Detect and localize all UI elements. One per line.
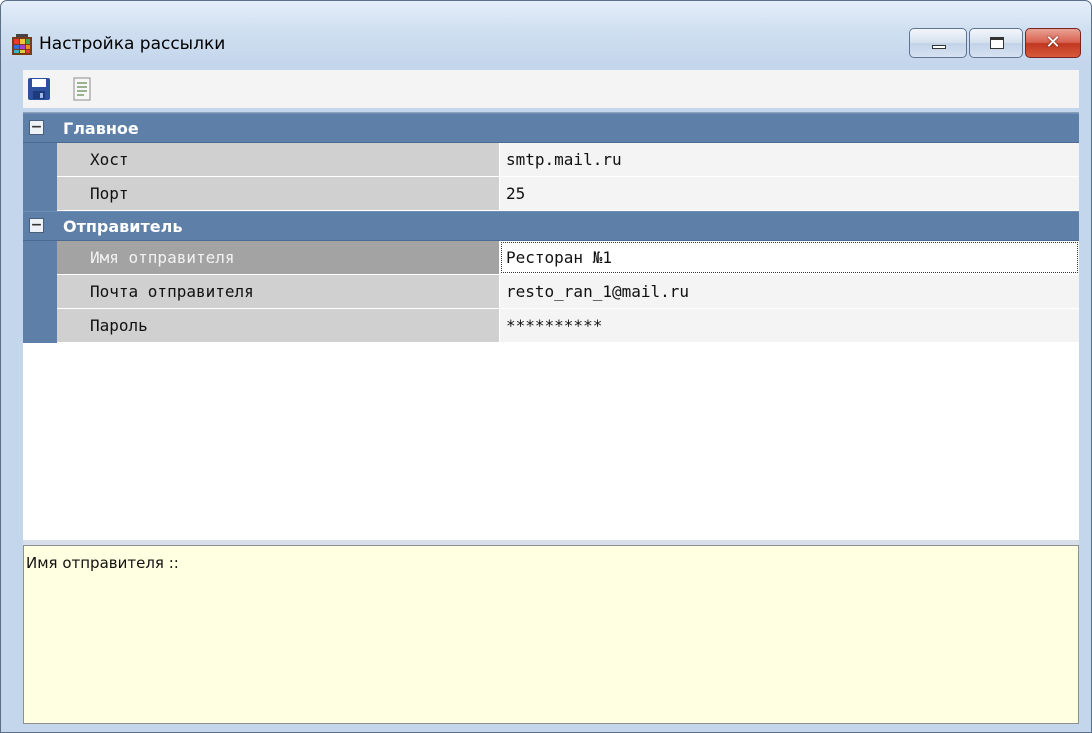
- property-row-password[interactable]: Пароль **********: [57, 309, 1079, 343]
- property-value-password[interactable]: **********: [500, 309, 1079, 342]
- property-value-sender-name[interactable]: Ресторан №1: [500, 241, 1079, 274]
- title-bar[interactable]: Настройка рассылки ✕: [1, 1, 1091, 65]
- property-value-host[interactable]: smtp.mail.ru: [500, 143, 1079, 176]
- property-row-sender-email[interactable]: Почта отправителя resto_ran_1@mail.ru: [57, 275, 1079, 309]
- description-text: Имя отправителя ::: [26, 554, 179, 572]
- save-button[interactable]: [26, 75, 52, 103]
- settings-window: Настройка рассылки ✕ − Главное Хост smtp…: [0, 0, 1092, 733]
- property-value-sender-email[interactable]: resto_ran_1@mail.ru: [500, 275, 1079, 308]
- property-value-port[interactable]: 25: [500, 177, 1079, 210]
- property-name: Почта отправителя: [57, 275, 499, 308]
- property-name: Порт: [57, 177, 499, 210]
- close-button[interactable]: ✕: [1025, 28, 1081, 58]
- category-gutter: [23, 143, 57, 211]
- category-sender[interactable]: − Отправитель: [23, 211, 1079, 241]
- toolbar: [23, 70, 1079, 108]
- description-panel: Имя отправителя ::: [23, 545, 1079, 724]
- minimize-icon: [932, 45, 946, 49]
- maximize-button[interactable]: [969, 28, 1023, 58]
- window-title: Настройка рассылки: [39, 34, 226, 54]
- property-name: Пароль: [57, 309, 499, 342]
- category-main[interactable]: − Главное: [23, 113, 1079, 143]
- property-row-host[interactable]: Хост smtp.mail.ru: [57, 143, 1079, 177]
- maximize-icon: [990, 37, 1004, 49]
- category-label: Главное: [63, 119, 139, 138]
- category-gutter: [23, 241, 57, 343]
- collapse-icon[interactable]: −: [29, 120, 44, 135]
- floppy-disk-icon: [28, 78, 50, 100]
- property-name: Хост: [57, 143, 499, 176]
- category-label: Отправитель: [63, 217, 183, 236]
- document-icon: [73, 77, 91, 101]
- property-row-sender-name[interactable]: Имя отправителя Ресторан №1: [57, 241, 1079, 275]
- property-row-port[interactable]: Порт 25: [57, 177, 1079, 211]
- close-icon: ✕: [1045, 32, 1061, 53]
- minimize-button[interactable]: [909, 28, 967, 58]
- property-name: Имя отправителя: [57, 241, 499, 274]
- collapse-icon[interactable]: −: [29, 218, 44, 233]
- description-button[interactable]: [69, 75, 95, 103]
- property-grid: − Главное Хост smtp.mail.ru Порт 25 − От…: [23, 112, 1079, 540]
- app-icon: [12, 34, 32, 55]
